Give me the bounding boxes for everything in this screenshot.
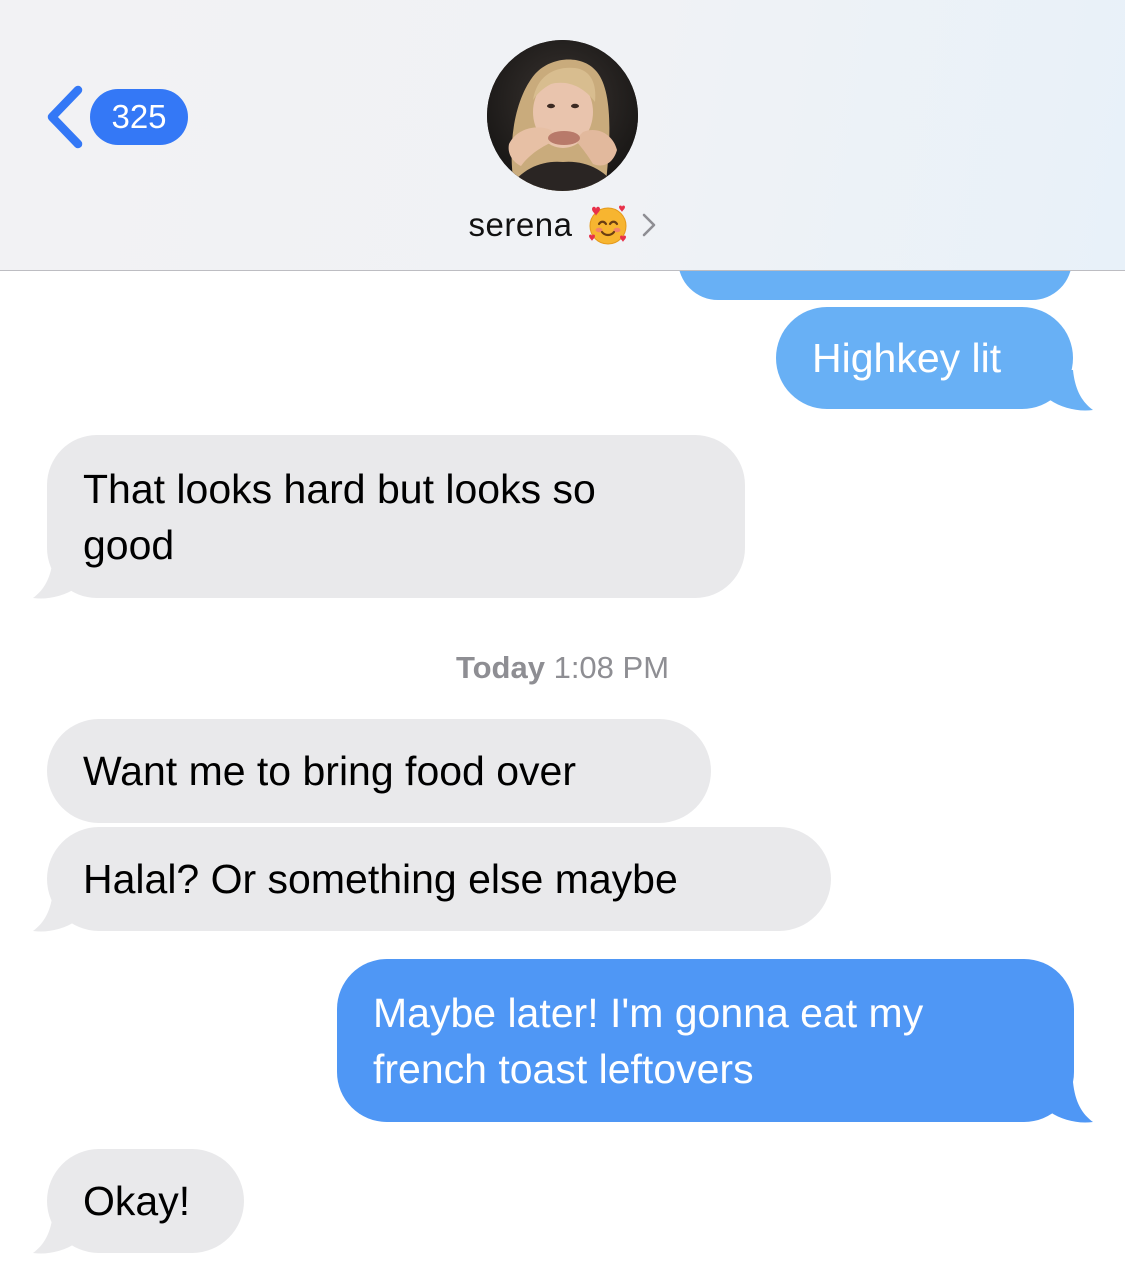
bubble-tail <box>33 1213 86 1254</box>
message-text: Highkey lit <box>812 335 1002 381</box>
bubble-tail <box>1040 370 1093 411</box>
message-bubble-incoming[interactable]: Halal? Or something else maybe <box>47 827 831 931</box>
bubble-tail <box>33 891 86 932</box>
smiling-face-with-hearts-icon <box>589 205 627 245</box>
conversation-header: 325 serena <box>0 0 1125 271</box>
message-text: Halal? Or something else maybe <box>83 856 678 902</box>
contact-photo <box>487 40 638 191</box>
contact-details: serena <box>0 200 1125 250</box>
chevron-left-icon <box>47 85 83 149</box>
message-bubble-incoming[interactable]: That looks hard but looks so good <box>47 435 745 598</box>
message-text-line: french toast leftovers <box>373 1045 754 1092</box>
message-text-line: That looks hard but looks so <box>83 465 596 512</box>
unread-count-badge: 325 <box>90 89 188 145</box>
chevron-right-icon <box>643 213 656 237</box>
messages-screen: Highkey lit That looks hard but looks so… <box>0 0 1125 1276</box>
message-text: Okay! <box>83 1178 191 1224</box>
timestamp-day: Today <box>455 650 545 685</box>
contact-info-button[interactable]: serena <box>469 203 659 247</box>
message-timestamp: Today 1:08 PM <box>0 650 1125 686</box>
contact-name: serena <box>468 206 573 243</box>
message-bubble-outgoing[interactable]: Maybe later! I'm gonna eat my french toa… <box>337 959 1074 1122</box>
message-text: Want me to bring food over <box>83 748 577 794</box>
bubble-tail <box>1040 1082 1093 1123</box>
message-bubble-incoming[interactable]: Want me to bring food over <box>47 719 711 823</box>
back-button[interactable]: 325 <box>40 82 188 152</box>
avatar[interactable] <box>487 40 638 191</box>
bubble-tail <box>33 558 86 599</box>
timestamp-time: 1:08 PM <box>553 650 670 685</box>
message-text-line: Maybe later! I'm gonna eat my <box>373 989 924 1036</box>
message-text-line: good <box>83 521 175 568</box>
message-bubble-outgoing[interactable]: Highkey lit <box>776 307 1073 409</box>
